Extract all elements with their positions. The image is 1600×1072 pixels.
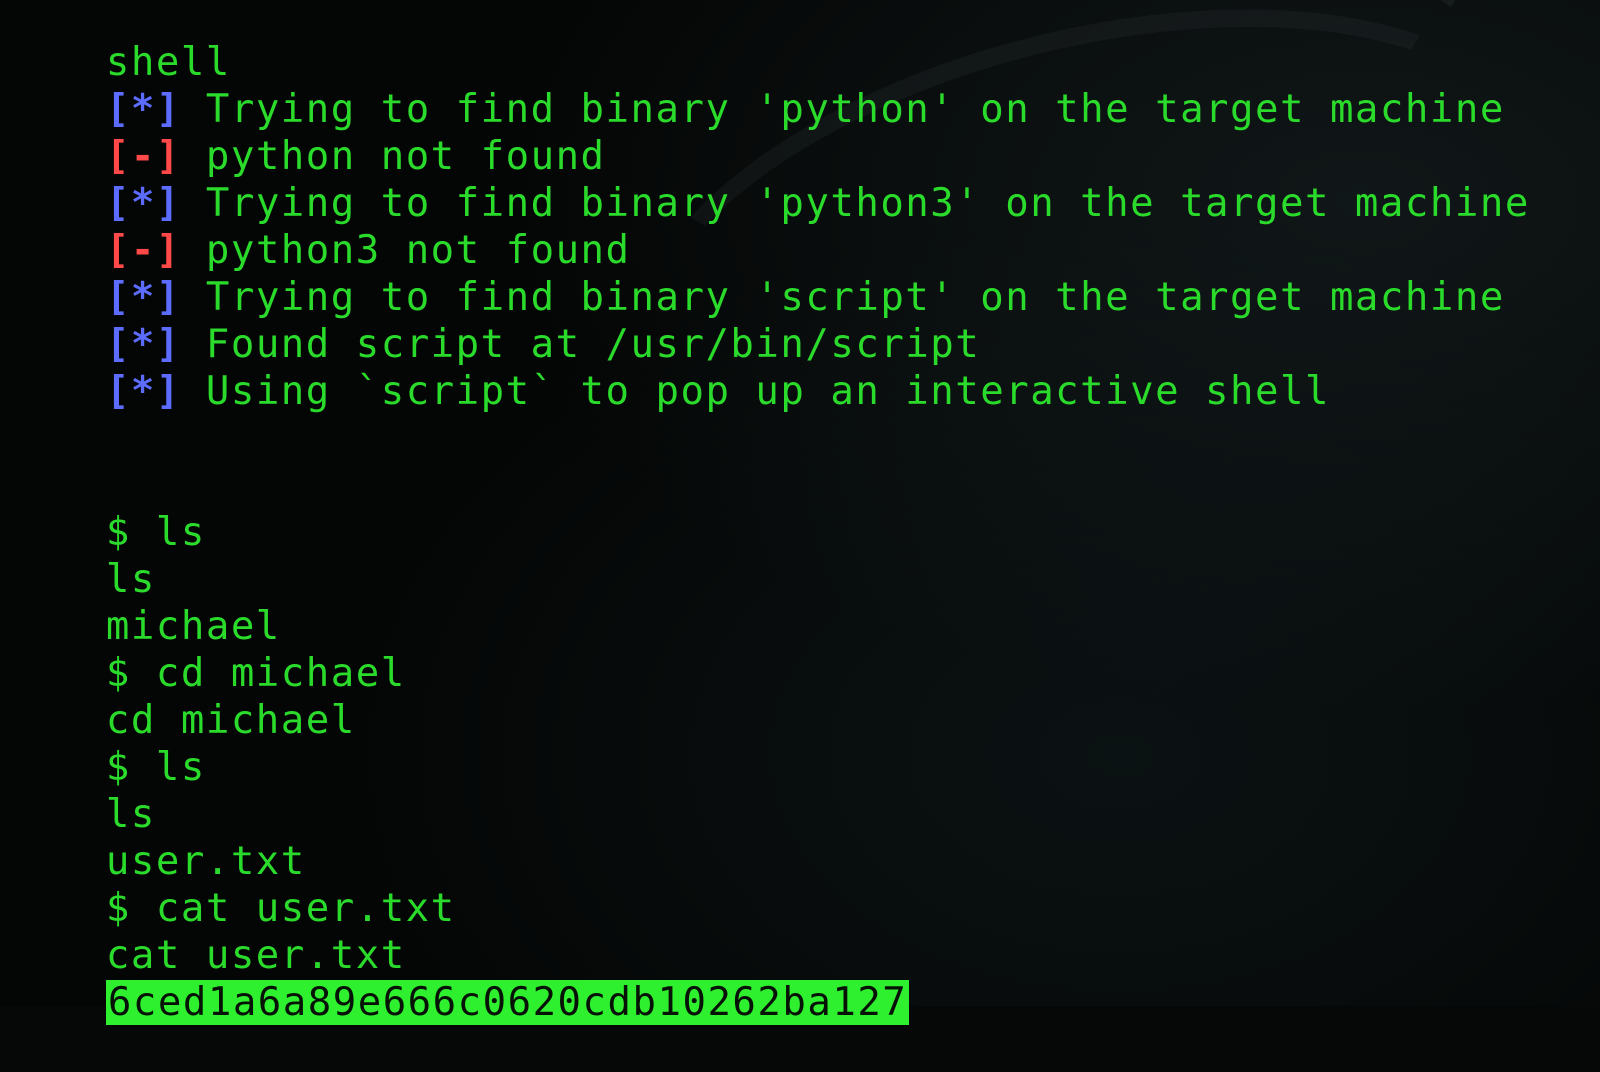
terminal-line-flag[interactable]: 6ced1a6a89e666c0620cdb10262ba127 (6, 934, 910, 1025)
terminal-line-info: [*] Trying to find binary 'python' on th… (105, 87, 1505, 132)
terminal-line-info: [*] Found script at /usr/bin/script (105, 322, 981, 367)
terminal-line-info: [*] Trying to find binary 'python3' on t… (105, 181, 1530, 226)
info-tag: [*] (105, 369, 181, 414)
terminal-line-error: [-] python3 not found (105, 228, 631, 273)
terminal-line-info: [*] Trying to find binary 'script' on th… (105, 275, 1505, 320)
terminal-window[interactable]: shell [*] Trying to find binary 'python'… (0, 0, 1600, 1025)
terminal-line-echo: cat user.txt (105, 933, 406, 978)
terminal-line-echo: ls (105, 557, 156, 602)
terminal-line-echo: ls (105, 792, 156, 837)
terminal-line-echo: cd michael (105, 698, 356, 743)
terminal-line-error: [-] python not found (105, 134, 606, 179)
terminal-line-command: shell (105, 40, 231, 85)
terminal-line-prompt: $ ls (105, 510, 206, 555)
terminal-line-output: user.txt (105, 839, 306, 884)
terminal-line-info: [*] Using `script` to pop up an interact… (105, 369, 1330, 414)
terminal-line-prompt: $ cat user.txt (105, 886, 456, 931)
terminal-line-prompt: $ cd michael (105, 651, 406, 696)
terminal-line-output: michael (105, 604, 281, 649)
terminal-line-prompt: $ ls (105, 745, 206, 790)
selected-flag-text[interactable]: 6ced1a6a89e666c0620cdb10262ba127 (105, 980, 910, 1025)
